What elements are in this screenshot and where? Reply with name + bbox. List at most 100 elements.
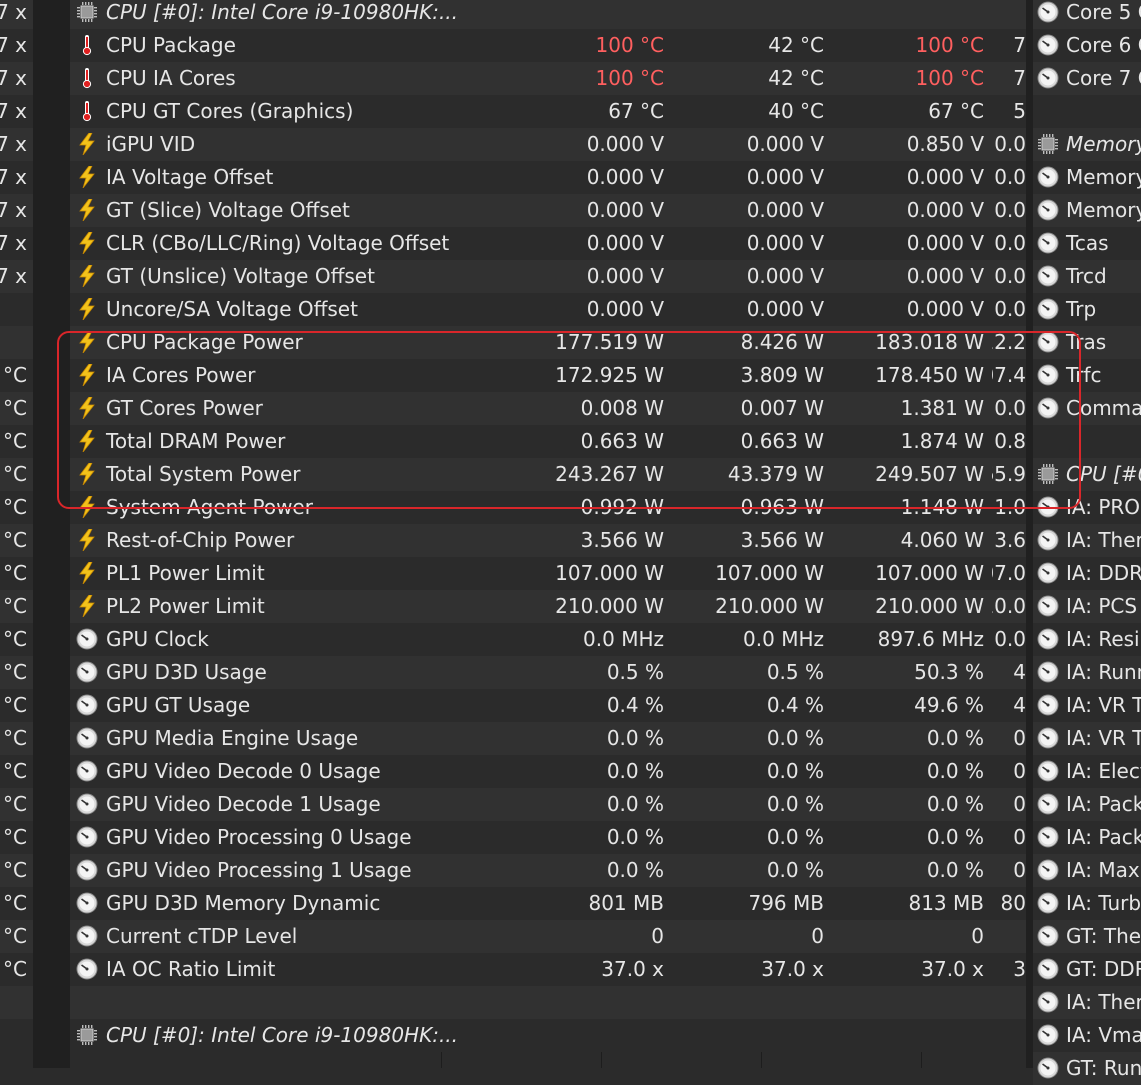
sensor-row[interactable]: PL1 Power Limit 107.000 W 107.000 W 107.000… xyxy=(70,557,1026,590)
left-value-row[interactable]: 7 x xyxy=(0,62,33,95)
left-value-row[interactable]: °C xyxy=(0,425,33,458)
left-value-row[interactable]: °C xyxy=(0,788,33,821)
sensor-row[interactable]: IA: VR T xyxy=(1033,722,1141,755)
sensor-row[interactable]: IA: DDR xyxy=(1033,557,1141,590)
left-value-row[interactable]: 7 x xyxy=(0,260,33,293)
sensor-row[interactable]: GT (Slice) Voltage Offset 0.000 V 0.000 V 0… xyxy=(70,194,1026,227)
sensor-row[interactable]: Tcas xyxy=(1033,227,1141,260)
sensor-row[interactable]: Total System Power 243.267 W 43.379 W 249.5… xyxy=(70,458,1026,491)
left-value-row[interactable]: °C xyxy=(0,392,33,425)
left-value-row[interactable]: 7 x xyxy=(0,161,33,194)
left-value-row[interactable]: 7 x xyxy=(0,128,33,161)
sensor-row[interactable]: IA Voltage Offset 0.000 V 0.000 V 0.000 V 0.… xyxy=(70,161,1026,194)
sensor-row[interactable]: IA: Max xyxy=(1033,854,1141,887)
left-value-row[interactable]: °C xyxy=(0,722,33,755)
sensor-group-header[interactable]: CPU [#0]: Intel Core i9-10980HK:... xyxy=(70,1019,1026,1052)
left-value-row[interactable]: 7 x xyxy=(0,227,33,260)
sensor-row[interactable]: IA Cores Power 172.925 W 3.809 W 178.450 W 1… xyxy=(70,359,1026,392)
left-value-row[interactable]: °C xyxy=(0,656,33,689)
sensor-row[interactable]: Tras xyxy=(1033,326,1141,359)
sensor-row[interactable]: Total DRAM Power 0.663 W 0.663 W 1.874 W 0.8 xyxy=(70,425,1026,458)
sensor-group-header[interactable]: Memory xyxy=(1033,128,1141,161)
sensor-name: GT (Slice) Voltage Offset xyxy=(106,198,350,222)
sensor-row[interactable]: CPU Package 100 °C 42 °C 100 °C 7 xyxy=(70,29,1026,62)
sensor-row[interactable]: IA: Resi xyxy=(1033,623,1141,656)
left-value-row[interactable]: °C xyxy=(0,854,33,887)
left-value-row[interactable]: °C xyxy=(0,491,33,524)
sensor-row[interactable]: GT Cores Power 0.008 W 0.007 W 1.381 W 0.0 xyxy=(70,392,1026,425)
sensor-row[interactable] xyxy=(1033,95,1141,128)
sensor-row[interactable]: GT: Run xyxy=(1033,1052,1141,1085)
sensor-row[interactable]: IA: Turb xyxy=(1033,887,1141,920)
sensor-row[interactable]: Core 7 C xyxy=(1033,62,1141,95)
left-value-row[interactable]: °C xyxy=(0,359,33,392)
minimum-value: 0.0 % xyxy=(766,825,824,849)
sensor-row[interactable]: GPU Clock 0.0 MHz 0.0 MHz 897.6 MHz 0.0 xyxy=(70,623,1026,656)
sensor-row[interactable]: IA: PCS xyxy=(1033,590,1141,623)
left-value-row[interactable]: °C xyxy=(0,821,33,854)
left-value-row[interactable]: 7 x xyxy=(0,0,33,29)
sensor-row[interactable]: GPU Video Processing 1 Usage 0.0 % 0.0 % 0.… xyxy=(70,854,1026,887)
left-value-row[interactable]: °C xyxy=(0,623,33,656)
sensor-row[interactable]: Uncore/SA Voltage Offset 0.000 V 0.000 V 0.… xyxy=(70,293,1026,326)
sensor-row[interactable]: System Agent Power 0.992 W 0.963 W 1.148 W 1… xyxy=(70,491,1026,524)
left-value-row[interactable]: °C xyxy=(0,590,33,623)
left-value-row[interactable]: 7 x xyxy=(0,194,33,227)
sensor-row[interactable]: Memory xyxy=(1033,161,1141,194)
left-value-row[interactable]: °C xyxy=(0,524,33,557)
left-value-row[interactable] xyxy=(0,326,33,359)
sensor-row[interactable]: Rest-of-Chip Power 3.566 W 3.566 W 4.060 W 3… xyxy=(70,524,1026,557)
sensor-row[interactable]: Trp xyxy=(1033,293,1141,326)
left-value-row[interactable] xyxy=(0,986,33,1019)
left-value-row[interactable]: °C xyxy=(0,920,33,953)
sensor-row[interactable]: IA: Elect xyxy=(1033,755,1141,788)
sensor-row[interactable]: IA: Ther xyxy=(1033,524,1141,557)
sensor-row[interactable]: Core 6 C xyxy=(1033,29,1141,62)
sensor-row[interactable]: PL2 Power Limit 210.000 W 210.000 W 210.000… xyxy=(70,590,1026,623)
sensor-row[interactable]: Current cTDP Level 0 0 0 xyxy=(70,920,1026,953)
left-value-row[interactable] xyxy=(0,293,33,326)
left-value-row[interactable]: °C xyxy=(0,557,33,590)
left-value-row[interactable]: °C xyxy=(0,755,33,788)
sensor-row[interactable]: IA: Pack xyxy=(1033,788,1141,821)
left-value-row[interactable]: °C xyxy=(0,458,33,491)
left-value-row[interactable]: 7 x xyxy=(0,95,33,128)
left-value-row[interactable]: °C xyxy=(0,953,33,986)
sensor-row[interactable]: IA: PRO xyxy=(1033,491,1141,524)
sensor-row[interactable]: GPU Video Processing 0 Usage 0.0 % 0.0 % 0.… xyxy=(70,821,1026,854)
sensor-row[interactable]: Memory xyxy=(1033,194,1141,227)
sensor-row[interactable]: GPU GT Usage 0.4 % 0.4 % 49.6 % 4 xyxy=(70,689,1026,722)
sensor-row[interactable]: CPU IA Cores 100 °C 42 °C 100 °C 7 xyxy=(70,62,1026,95)
sensor-row[interactable]: GPU Video Decode 1 Usage 0.0 % 0.0 % 0.0 % 0 xyxy=(70,788,1026,821)
sensor-row[interactable]: IA OC Ratio Limit 37.0 x 37.0 x 37.0 x 3 xyxy=(70,953,1026,986)
sensor-group-header[interactable]: CPU [#0]: Intel Core i9-10980HK:... xyxy=(70,0,1026,29)
sensor-row[interactable]: IA: VR T xyxy=(1033,689,1141,722)
left-value-row[interactable]: °C xyxy=(0,689,33,722)
blank-row[interactable] xyxy=(70,986,1026,1019)
sensor-row[interactable]: GPU Media Engine Usage 0.0 % 0.0 % 0.0 % 0 xyxy=(70,722,1026,755)
sensor-row[interactable]: IA: Runn xyxy=(1033,656,1141,689)
sensor-row[interactable]: CPU Package Power 177.519 W 8.426 W 183.018… xyxy=(70,326,1026,359)
sensor-row[interactable]: iGPU VID 0.000 V 0.000 V 0.850 V 0.0 xyxy=(70,128,1026,161)
gauge-icon xyxy=(76,892,98,914)
sensor-row[interactable]: CPU GT Cores (Graphics) 67 °C 40 °C 67 °C 5 xyxy=(70,95,1026,128)
sensor-row[interactable]: GT: DDR xyxy=(1033,953,1141,986)
sensor-row[interactable]: CLR (CBo/LLC/Ring) Voltage Offset 0.000 V… xyxy=(70,227,1026,260)
sensor-row[interactable]: GPU D3D Usage 0.5 % 0.5 % 50.3 % 4 xyxy=(70,656,1026,689)
sensor-row[interactable]: IA: Vma xyxy=(1033,1019,1141,1052)
sensor-row[interactable]: IA: Pack xyxy=(1033,821,1141,854)
sensor-row[interactable]: Trfc xyxy=(1033,359,1141,392)
left-value-row[interactable]: 7 x xyxy=(0,29,33,62)
minimum-value: 0.0 % xyxy=(766,858,824,882)
sensor-row[interactable]: GT: The xyxy=(1033,920,1141,953)
sensor-row[interactable]: GT (Unslice) Voltage Offset 0.000 V 0.000 … xyxy=(70,260,1026,293)
sensor-row[interactable]: Trcd xyxy=(1033,260,1141,293)
sensor-row[interactable]: GPU Video Decode 0 Usage 0.0 % 0.0 % 0.0 % 0 xyxy=(70,755,1026,788)
sensor-row[interactable]: GPU D3D Memory Dynamic 801 MB 796 MB 813 MB… xyxy=(70,887,1026,920)
left-value-row[interactable]: °C xyxy=(0,887,33,920)
sensor-row[interactable]: Core 5 C xyxy=(1033,0,1141,29)
sensor-row[interactable] xyxy=(1033,425,1141,458)
sensor-row[interactable]: Comman xyxy=(1033,392,1141,425)
sensor-group-header[interactable]: CPU [#0 xyxy=(1033,458,1141,491)
sensor-row[interactable]: IA: Ther xyxy=(1033,986,1141,1019)
